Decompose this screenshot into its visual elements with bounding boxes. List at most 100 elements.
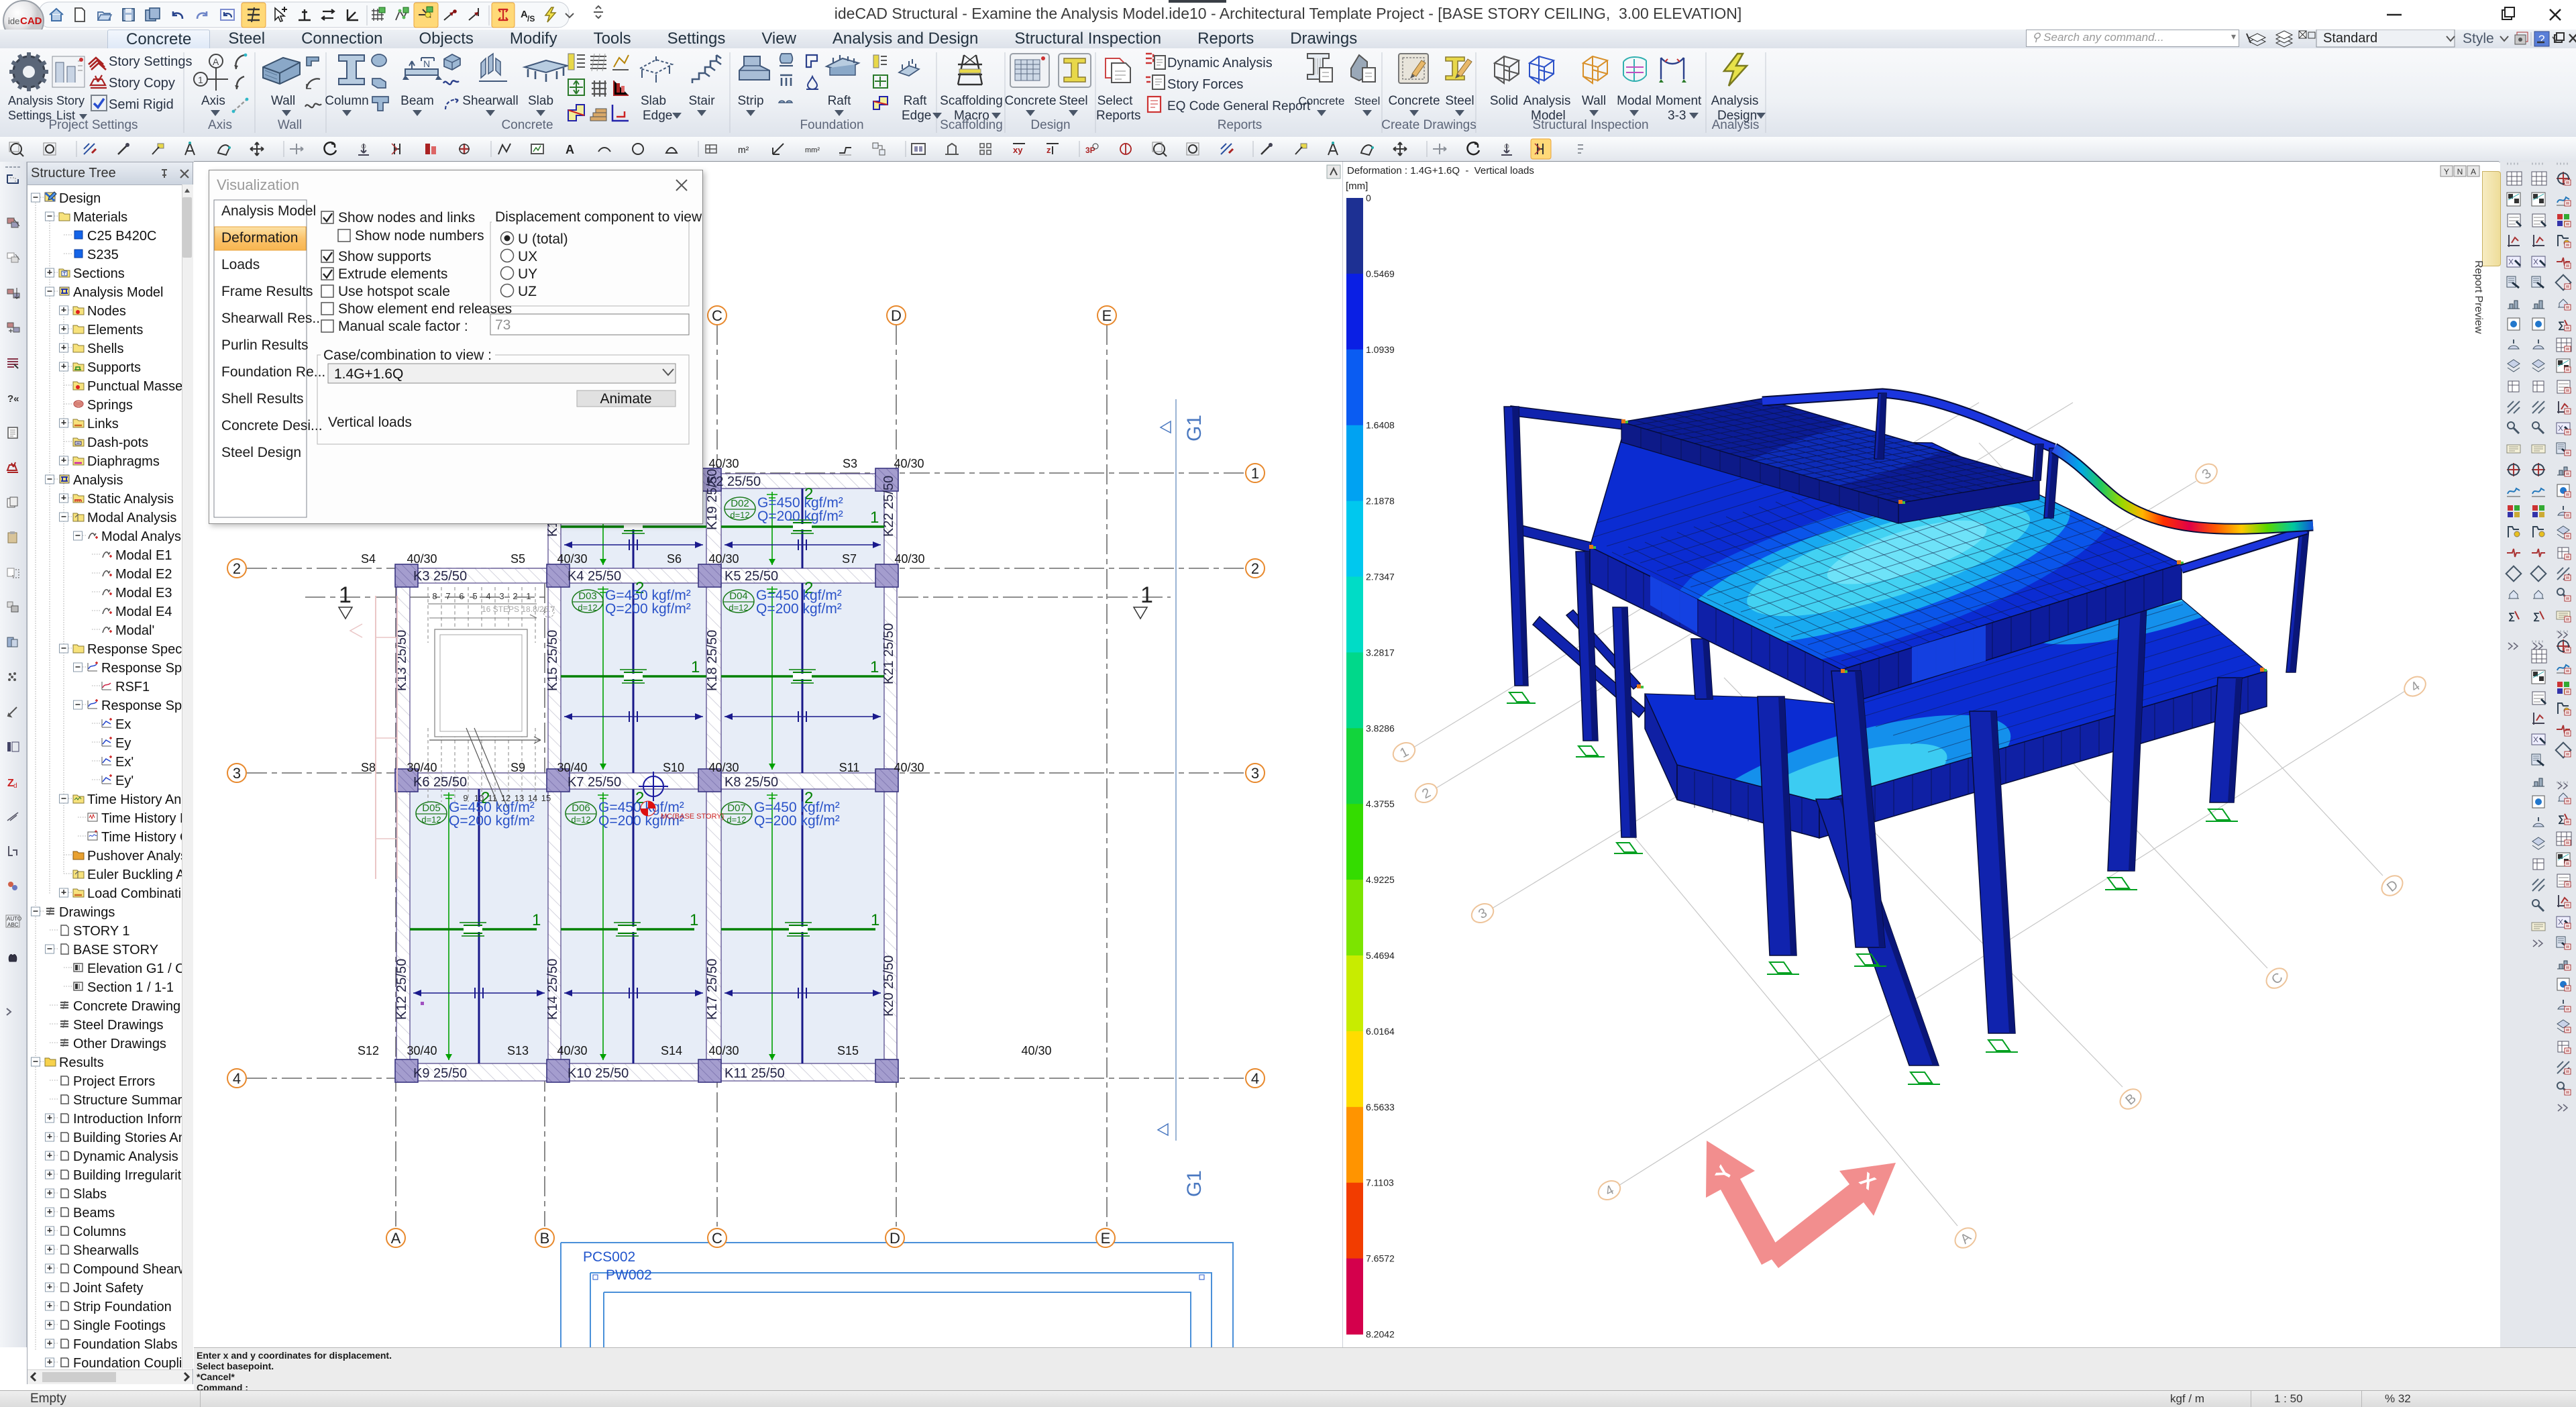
svg-text:Elevation G1 / C: Elevation G1 / C bbox=[87, 961, 182, 976]
svg-text:6.5633: 6.5633 bbox=[1366, 1102, 1395, 1112]
svg-text:Ex: Ex bbox=[115, 717, 131, 732]
svg-text:?«: ?« bbox=[7, 393, 19, 405]
svg-text:Standard: Standard bbox=[2323, 31, 2377, 46]
svg-text:2: 2 bbox=[1251, 560, 1259, 577]
svg-text:d=12: d=12 bbox=[727, 815, 746, 825]
svg-text:Compound Shearwa: Compound Shearwa bbox=[73, 1262, 182, 1277]
svg-text:G1: G1 bbox=[1183, 1170, 1205, 1197]
svg-text:Raft: Raft bbox=[904, 94, 928, 108]
svg-text:Raft: Raft bbox=[828, 94, 852, 108]
svg-text:K9 25/50: K9 25/50 bbox=[413, 1066, 467, 1081]
svg-text:D03: D03 bbox=[578, 590, 597, 602]
svg-text:0: 0 bbox=[1366, 193, 1371, 203]
svg-text:3: 3 bbox=[499, 591, 504, 601]
svg-text:Sections: Sections bbox=[73, 266, 125, 281]
svg-text:Nodes: Nodes bbox=[87, 304, 126, 319]
svg-text:C: C bbox=[712, 1230, 722, 1247]
svg-text:Steel: Steel bbox=[1445, 94, 1474, 108]
svg-text:Steel: Steel bbox=[1059, 94, 1087, 108]
svg-text:Slabs: Slabs bbox=[73, 1187, 107, 1202]
svg-text:Foundation Re...: Foundation Re... bbox=[221, 364, 325, 380]
svg-text:D04: D04 bbox=[729, 590, 748, 602]
svg-text:Stair: Stair bbox=[688, 94, 715, 108]
svg-text:2: 2 bbox=[513, 591, 517, 601]
svg-text:D05: D05 bbox=[422, 802, 441, 814]
svg-text:Loads: Loads bbox=[221, 257, 260, 272]
svg-text:K15 25/50: K15 25/50 bbox=[545, 630, 560, 691]
svg-text:Concrete: Concrete bbox=[1388, 94, 1440, 108]
svg-text:2: 2 bbox=[233, 560, 241, 577]
svg-text:Drawings: Drawings bbox=[59, 905, 115, 920]
svg-text:Show node numbers: Show node numbers bbox=[355, 228, 484, 244]
svg-text:6.0164: 6.0164 bbox=[1366, 1026, 1395, 1037]
svg-text:3.8286: 3.8286 bbox=[1366, 723, 1395, 733]
svg-text:Introduction Inform: Introduction Inform bbox=[73, 1112, 182, 1127]
svg-text:Concrete Drawing: Concrete Drawing bbox=[73, 999, 180, 1014]
svg-text:Euler Buckling Ana: Euler Buckling Ana bbox=[87, 868, 182, 882]
svg-text:K10 25/50: K10 25/50 bbox=[568, 1066, 629, 1081]
svg-text:K8 25/50: K8 25/50 bbox=[724, 775, 778, 790]
svg-text:Foundation Couplin: Foundation Couplin bbox=[73, 1356, 182, 1369]
svg-text:Analysis: Analysis bbox=[8, 94, 53, 107]
svg-text:Elements: Elements bbox=[87, 323, 143, 337]
svg-text:d: d bbox=[13, 782, 17, 790]
svg-text:Q=200 kgf/m²: Q=200 kgf/m² bbox=[449, 813, 535, 829]
svg-text:Modal: Modal bbox=[1617, 94, 1652, 108]
svg-text:Other Drawings: Other Drawings bbox=[73, 1037, 166, 1051]
svg-text:Show element end releases: Show element end releases bbox=[338, 301, 512, 317]
svg-text:UX: UX bbox=[518, 249, 537, 264]
svg-text:Story Forces: Story Forces bbox=[1167, 77, 1243, 92]
svg-text:K12 25/50: K12 25/50 bbox=[394, 959, 409, 1020]
svg-text:Scaffolding: Scaffolding bbox=[940, 94, 1003, 108]
svg-text:1: 1 bbox=[690, 911, 698, 929]
svg-text:40/30: 40/30 bbox=[894, 552, 924, 566]
svg-text:40/30: 40/30 bbox=[407, 552, 437, 566]
svg-text:6: 6 bbox=[459, 591, 464, 601]
svg-text:Shearwalls: Shearwalls bbox=[73, 1243, 139, 1258]
svg-text:Modal E2: Modal E2 bbox=[115, 567, 172, 582]
svg-text:CAD: CAD bbox=[20, 15, 42, 27]
svg-text:1.6408: 1.6408 bbox=[1366, 420, 1395, 431]
svg-text:Show supports: Show supports bbox=[338, 249, 431, 264]
svg-text:1.4G+1.6Q: 1.4G+1.6Q bbox=[334, 366, 403, 382]
svg-text:Time History Anal: Time History Anal bbox=[87, 792, 182, 807]
svg-text:Steel Drawings: Steel Drawings bbox=[73, 1018, 164, 1033]
svg-text:K18 25/50: K18 25/50 bbox=[705, 630, 720, 691]
svg-text:ide: ide bbox=[8, 16, 19, 26]
svg-text:K6 25/50: K6 25/50 bbox=[413, 775, 467, 790]
svg-text:Design: Design bbox=[59, 191, 101, 206]
svg-text:Response Spec: Response Spec bbox=[101, 698, 182, 713]
svg-text:Axis: Axis bbox=[201, 94, 225, 108]
svg-text:?: ? bbox=[2538, 33, 2544, 46]
svg-text:Analysis Model: Analysis Model bbox=[221, 203, 316, 219]
svg-text:7.1103: 7.1103 bbox=[1366, 1178, 1394, 1188]
svg-text:Dash-pots: Dash-pots bbox=[87, 435, 148, 450]
svg-text:4: 4 bbox=[233, 1070, 241, 1087]
svg-text:K14 25/50: K14 25/50 bbox=[545, 959, 560, 1020]
svg-text:Q=200 kgf/m²: Q=200 kgf/m² bbox=[756, 601, 842, 617]
svg-text:[mm]: [mm] bbox=[1346, 180, 1368, 192]
svg-text:K17 25/50: K17 25/50 bbox=[705, 959, 720, 1020]
svg-text:mm²: mm² bbox=[805, 146, 820, 154]
svg-text:40/30: 40/30 bbox=[894, 761, 924, 774]
svg-text:Modal E4: Modal E4 bbox=[115, 605, 172, 619]
svg-text:Ey': Ey' bbox=[115, 774, 133, 788]
svg-text:S3: S3 bbox=[843, 457, 857, 470]
svg-text:Style: Style bbox=[2463, 31, 2494, 46]
svg-text:30/40: 30/40 bbox=[407, 1044, 437, 1057]
svg-text:/S: /S bbox=[527, 14, 535, 23]
svg-text:Results: Results bbox=[59, 1055, 104, 1070]
svg-text:Wall: Wall bbox=[271, 94, 295, 108]
svg-text:A: A bbox=[213, 56, 219, 67]
svg-text:2.7347: 2.7347 bbox=[1366, 572, 1395, 582]
svg-text:Manual scale factor :: Manual scale factor : bbox=[338, 319, 468, 334]
svg-text:8: 8 bbox=[432, 591, 437, 601]
svg-text:Load Combinatio: Load Combinatio bbox=[87, 886, 182, 901]
svg-text:16 STEPS 18.8/25.7: 16 STEPS 18.8/25.7 bbox=[482, 605, 555, 614]
svg-text:∑: ∑ bbox=[2508, 611, 2515, 622]
svg-text:D06: D06 bbox=[572, 802, 590, 814]
svg-text:40/30: 40/30 bbox=[708, 761, 739, 774]
svg-text:1: 1 bbox=[870, 509, 879, 527]
svg-text:Modal E3: Modal E3 bbox=[115, 586, 172, 601]
svg-text:S5: S5 bbox=[511, 552, 525, 566]
